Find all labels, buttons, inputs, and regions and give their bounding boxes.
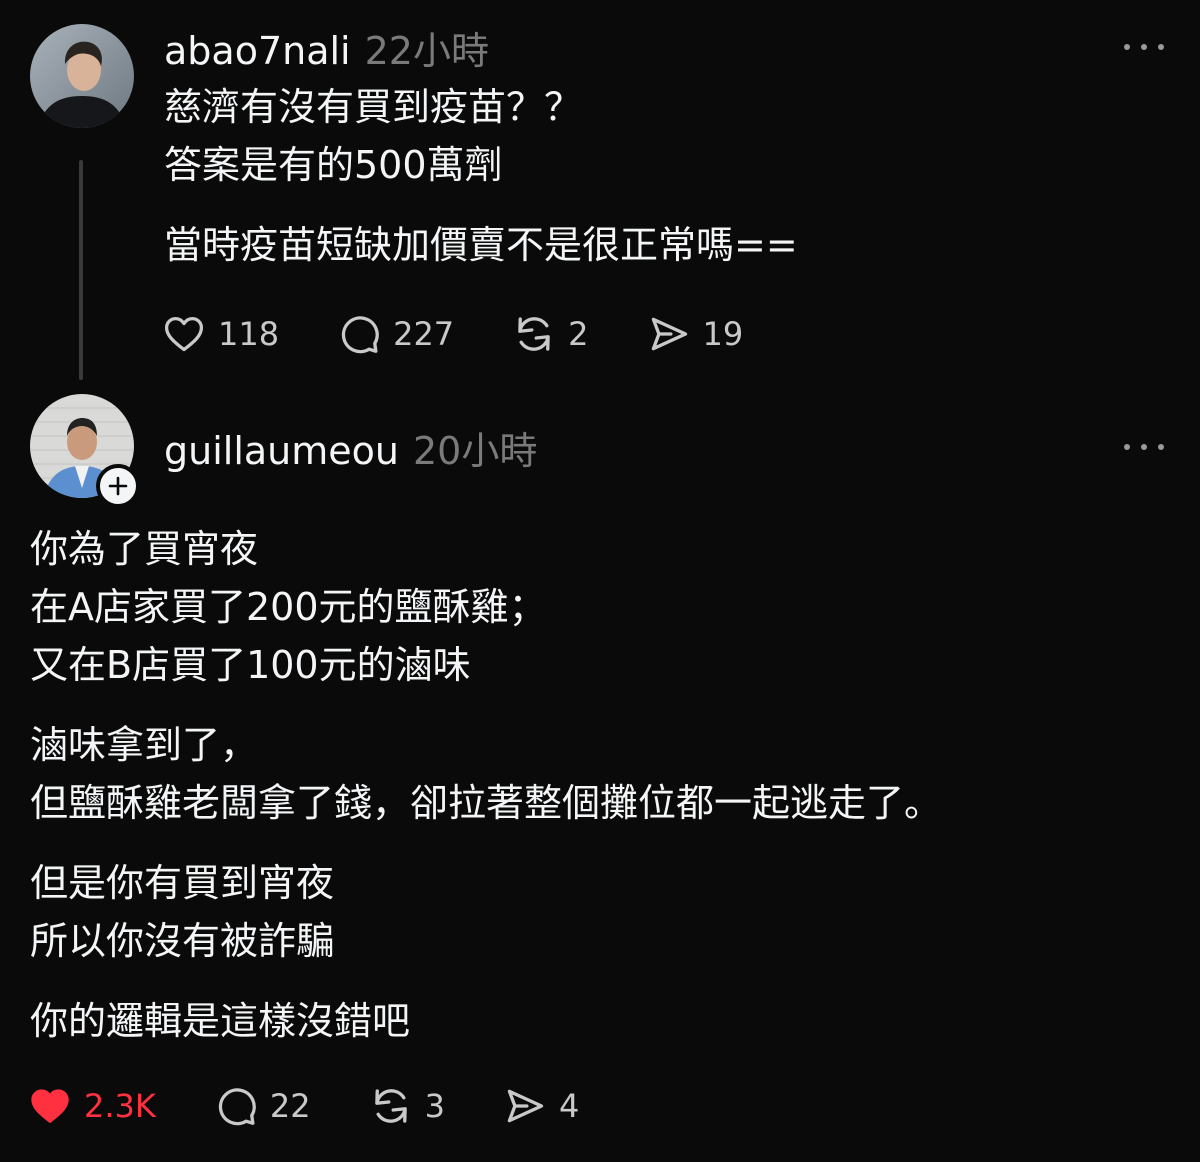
post2-repost-button[interactable]: 3	[369, 1084, 445, 1128]
profile-photo-icon	[30, 24, 134, 128]
post1-paragraph: 慈濟有沒有買到疫苗？？ 答案是有的500萬劑	[164, 78, 798, 194]
follow-button[interactable]	[96, 464, 140, 508]
post2-line: 但是你有買到宵夜	[30, 861, 335, 905]
post2-paragraph: 滷味拿到了， 但鹽酥雞老闆拿了錢，卻拉著整個攤位都一起逃走了。	[30, 716, 942, 832]
post1-more-icon[interactable]	[1124, 37, 1164, 57]
post2-line: 你為了買宵夜	[30, 527, 259, 571]
post1-share-button[interactable]: 19	[647, 312, 744, 356]
post2-line: 但鹽酥雞老闆拿了錢，卻拉著整個攤位都一起逃走了。	[30, 781, 943, 825]
post2-line: 在A店家買了200元的鹽酥雞；	[30, 585, 547, 629]
comment-icon	[218, 1088, 256, 1126]
post2-reply-button[interactable]: 22	[214, 1084, 311, 1128]
post1-line: 答案是有的500萬劑	[164, 143, 503, 187]
comment-icon	[341, 316, 379, 354]
send-icon	[507, 1089, 544, 1123]
post2-username[interactable]: guillaumeou	[164, 429, 399, 473]
post1-username[interactable]: abao7nali	[164, 29, 351, 73]
post2-reply-count: 22	[269, 1087, 311, 1125]
post2-like-count: 2.3K	[84, 1087, 156, 1125]
heart-filled-icon	[31, 1089, 69, 1123]
post1-line: 當時疫苗短缺加價賣不是很正常嗎==	[164, 223, 798, 267]
avatar-abao7nali[interactable]	[30, 24, 134, 128]
post1-actions: 118 227 2 19	[162, 312, 801, 356]
post2-line: 所以你沒有被詐騙	[30, 919, 335, 963]
post1-repost-button[interactable]: 2	[512, 312, 589, 356]
post2-line: 又在B店買了100元的滷味	[30, 643, 471, 687]
post2-header: guillaumeou 20小時	[164, 420, 537, 475]
repost-icon	[518, 317, 550, 351]
post2-like-button[interactable]: 2.3K	[28, 1084, 156, 1128]
plus-icon	[108, 476, 128, 496]
post2-paragraph: 但是你有買到宵夜 所以你沒有被詐騙	[30, 854, 942, 970]
post1-paragraph: 當時疫苗短缺加價賣不是很正常嗎==	[164, 216, 798, 274]
post1-timestamp[interactable]: 22小時	[365, 20, 489, 75]
post1-reply-button[interactable]: 227	[337, 312, 454, 356]
post1-repost-count: 2	[568, 315, 589, 353]
post2-line: 你的邏輯是這樣沒錯吧	[30, 999, 411, 1043]
post2-line: 滷味拿到了，	[30, 723, 259, 767]
post2-actions: 2.3K 22 3 4	[28, 1084, 637, 1128]
post2-share-count: 4	[558, 1087, 580, 1125]
post1-share-count: 19	[702, 315, 744, 353]
post2-share-button[interactable]: 4	[503, 1084, 579, 1128]
repost-icon	[374, 1089, 407, 1123]
post1-line: 慈濟有沒有買到疫苗？？	[164, 85, 583, 129]
heart-icon	[164, 316, 204, 352]
post2-paragraph: 你為了買宵夜 在A店家買了200元的鹽酥雞； 又在B店買了100元的滷味	[30, 520, 942, 694]
post1-header: abao7nali 22小時	[164, 20, 489, 75]
thread-connector	[79, 160, 83, 380]
post1-body: 慈濟有沒有買到疫苗？？ 答案是有的500萬劑 當時疫苗短缺加價賣不是很正常嗎==	[164, 78, 798, 274]
post1-like-count: 118	[218, 315, 280, 353]
post2-repost-count: 3	[424, 1087, 445, 1125]
post2-body: 你為了買宵夜 在A店家買了200元的鹽酥雞； 又在B店買了100元的滷味 滷味拿…	[30, 520, 942, 1050]
post1-like-button[interactable]: 118	[162, 312, 279, 356]
post2-more-icon[interactable]	[1124, 437, 1164, 457]
post2-timestamp[interactable]: 20小時	[413, 420, 537, 475]
send-icon	[651, 317, 687, 351]
post2-paragraph: 你的邏輯是這樣沒錯吧	[30, 992, 942, 1050]
post1-reply-count: 227	[393, 315, 455, 353]
